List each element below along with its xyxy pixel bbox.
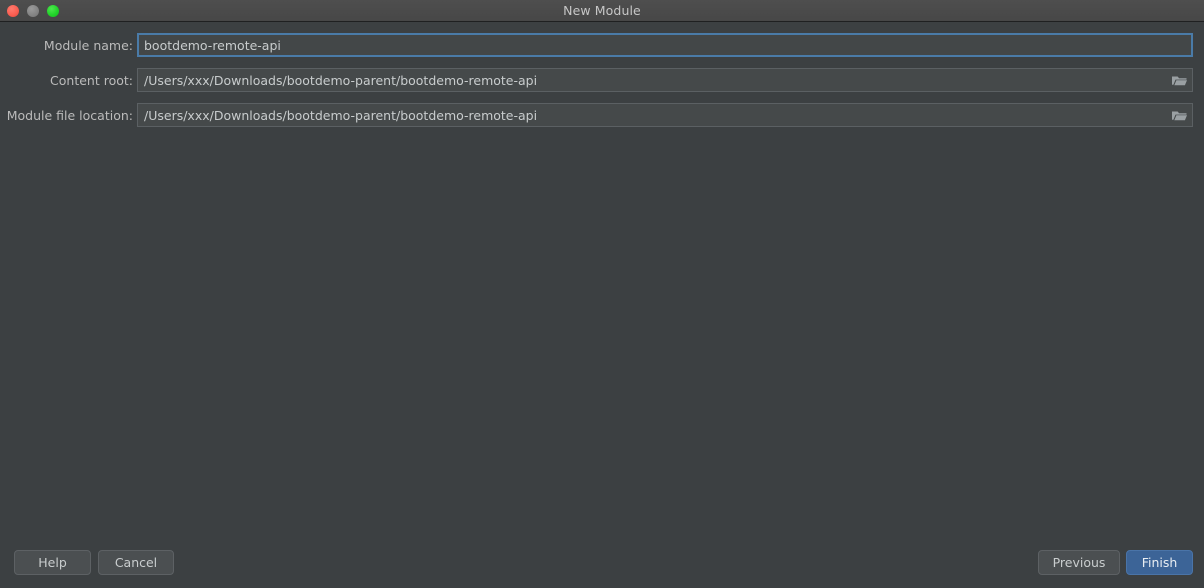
minimize-button-icon[interactable] (27, 4, 39, 17)
dialog-footer: Help Cancel Previous Finish (0, 536, 1204, 588)
module-file-location-input[interactable] (137, 103, 1193, 127)
cancel-button[interactable]: Cancel (98, 550, 174, 575)
window-title: New Module (563, 3, 641, 18)
module-file-location-browse-button[interactable] (1166, 104, 1192, 126)
folder-icon (1171, 74, 1188, 87)
module-file-location-label: Module file location: (6, 107, 133, 123)
module-name-label: Module name: (43, 37, 133, 53)
finish-button[interactable]: Finish (1126, 550, 1193, 575)
field-row-module-name: Module name: (0, 33, 1204, 57)
module-name-field-wrap (137, 33, 1193, 57)
window-controls (7, 0, 59, 21)
close-button-icon[interactable] (7, 4, 19, 17)
folder-icon (1171, 109, 1188, 122)
content-root-field-wrap (137, 68, 1193, 92)
previous-button[interactable]: Previous (1038, 550, 1120, 575)
module-file-location-field-wrap (137, 103, 1193, 127)
help-button[interactable]: Help (14, 550, 91, 575)
content-root-browse-button[interactable] (1166, 69, 1192, 91)
field-row-module-file-location: Module file location: (0, 103, 1204, 127)
zoom-button-icon[interactable] (47, 4, 59, 17)
new-module-dialog: New Module Module name: Content root: (0, 0, 1204, 588)
form-area: Module name: Content root: (0, 22, 1204, 588)
title-bar: New Module (0, 0, 1204, 22)
content-root-input[interactable] (137, 68, 1193, 92)
module-name-input[interactable] (137, 33, 1193, 57)
field-row-content-root: Content root: (0, 68, 1204, 92)
content-root-label: Content root: (50, 72, 133, 88)
